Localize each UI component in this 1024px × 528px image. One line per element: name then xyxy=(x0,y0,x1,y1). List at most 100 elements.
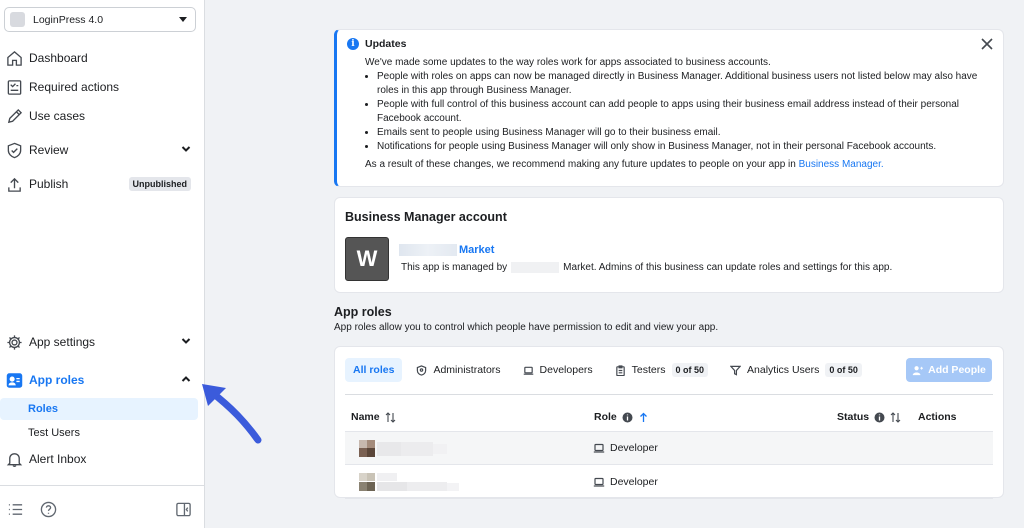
info-icon xyxy=(874,412,885,422)
sidebar-item-publish[interactable]: Publish Unpublished xyxy=(0,170,205,198)
table-row[interactable]: Developer xyxy=(345,465,993,499)
sidebar-item-label: Review xyxy=(29,143,69,157)
info-icon: i xyxy=(347,38,359,50)
help-icon[interactable] xyxy=(39,500,57,518)
sidebar: LoginPress 4.0 Dashboard Required action… xyxy=(0,0,205,528)
updates-outro: As a result of these changes, we recomme… xyxy=(365,158,991,172)
laptop-icon xyxy=(593,443,605,453)
clipboard-icon xyxy=(615,364,625,376)
app-selector[interactable]: LoginPress 4.0 xyxy=(4,7,196,32)
avatar: W xyxy=(345,237,389,281)
sidebar-item-label: Alert Inbox xyxy=(29,452,87,466)
tab-all-roles[interactable]: All roles xyxy=(345,358,403,382)
laptop-icon xyxy=(593,477,605,487)
sidebar-item-review[interactable]: Review xyxy=(0,136,205,164)
column-label: Actions xyxy=(918,411,957,423)
column-header-actions: Actions xyxy=(918,411,957,423)
business-name-suffix: Market xyxy=(459,244,495,256)
sidebar-item-label: App roles xyxy=(29,373,85,387)
add-people-button[interactable]: Add People xyxy=(906,358,992,382)
updates-intro: We've made some updates to the way roles… xyxy=(365,57,771,68)
updates-title: Updates xyxy=(365,38,407,50)
section-subtitle: App roles allow you to control which peo… xyxy=(334,322,719,333)
role-value: Developer xyxy=(610,475,658,488)
sidebar-subitem-test-users[interactable]: Test Users xyxy=(0,422,198,444)
upload-icon xyxy=(5,175,23,193)
sidebar-item-dashboard[interactable]: Dashboard xyxy=(0,44,205,72)
info-icon xyxy=(622,412,633,422)
app-roles-card: All roles Administrators Developers Test… xyxy=(334,346,1004,499)
sort-icon xyxy=(890,411,901,423)
chevron-down-icon xyxy=(181,336,191,349)
pencil-icon xyxy=(5,107,23,125)
sidebar-item-label: App settings xyxy=(29,335,96,349)
column-header-name[interactable]: Name xyxy=(351,411,396,423)
filter-icon xyxy=(730,365,742,376)
role-cell: Developer xyxy=(593,442,658,454)
column-label: Status xyxy=(837,411,870,423)
role-cell: Developer xyxy=(593,476,658,488)
column-header-role[interactable]: Role xyxy=(594,411,649,423)
sidebar-item-app-roles[interactable]: App roles xyxy=(0,366,205,394)
list-item: People with roles on apps can now be man… xyxy=(377,70,991,98)
updates-banner: i Updates We've made some updates to the… xyxy=(334,29,1004,187)
business-manager-description: This app is managed by Market. Admins of… xyxy=(401,262,892,273)
list-icon[interactable] xyxy=(6,500,24,518)
sidebar-subitem-roles[interactable]: Roles xyxy=(0,398,198,420)
count-badge: 0 of 50 xyxy=(671,363,709,377)
sidebar-item-app-settings[interactable]: App settings xyxy=(0,328,205,356)
gear-icon xyxy=(5,333,23,351)
list-item: People with full control of this busines… xyxy=(377,98,991,126)
sidebar-item-label: Publish xyxy=(29,177,69,191)
shield-check-icon xyxy=(5,141,23,159)
close-icon[interactable] xyxy=(981,38,993,50)
tab-developers[interactable]: Developers xyxy=(515,358,601,382)
business-name-link[interactable]: Market xyxy=(399,244,494,256)
sidebar-footer xyxy=(0,485,205,528)
redacted-user-name xyxy=(359,473,459,491)
business-manager-title: Business Manager account xyxy=(345,210,507,224)
tab-administrators[interactable]: Administrators xyxy=(408,358,508,382)
chevron-up-icon xyxy=(181,374,191,387)
sidebar-item-label: Use cases xyxy=(29,109,86,123)
redacted-user-name xyxy=(359,440,459,458)
tab-analytics-users[interactable]: Analytics Users 0 of 50 xyxy=(722,358,870,382)
tab-testers[interactable]: Testers 0 of 50 xyxy=(607,358,716,382)
sidebar-item-label: Dashboard xyxy=(29,51,88,65)
business-manager-link[interactable]: Business Manager. xyxy=(799,159,884,170)
divider xyxy=(345,394,993,395)
desc-prefix: This app is managed by xyxy=(401,262,508,273)
add-people-label: Add People xyxy=(928,364,986,376)
updates-list: People with roles on apps can now be man… xyxy=(377,70,991,154)
home-icon xyxy=(5,49,23,67)
list-item: Emails sent to people using Business Man… xyxy=(377,126,991,140)
app-name: LoginPress 4.0 xyxy=(33,13,104,26)
sidebar-item-required-actions[interactable]: Required actions xyxy=(0,73,205,101)
collapse-sidebar-icon[interactable] xyxy=(174,500,192,518)
role-tabs: All roles Administrators Developers Test… xyxy=(345,358,876,382)
column-header-status[interactable]: Status xyxy=(837,411,901,423)
role-value: Developer xyxy=(610,442,658,454)
column-label: Name xyxy=(351,411,380,423)
business-manager-card: Business Manager account W Market This a… xyxy=(334,197,1004,293)
sidebar-item-label: Required actions xyxy=(29,80,120,94)
bell-icon xyxy=(5,450,23,468)
redacted-name xyxy=(511,262,560,273)
checklist-icon xyxy=(5,78,23,96)
sidebar-item-alert-inbox[interactable]: Alert Inbox xyxy=(0,445,205,473)
tab-label: Administrators xyxy=(433,364,501,376)
tab-label: Developers xyxy=(539,364,593,376)
column-label: Role xyxy=(594,411,617,423)
desc-suffix: Market. Admins of this business can upda… xyxy=(563,262,893,273)
sidebar-item-use-cases[interactable]: Use cases xyxy=(0,102,205,130)
redacted-name xyxy=(399,244,457,256)
count-badge: 0 of 50 xyxy=(825,363,862,377)
section-title: App roles xyxy=(334,305,392,319)
status-badge: Unpublished xyxy=(128,177,191,191)
tab-label: Testers xyxy=(631,364,666,376)
app-icon xyxy=(10,12,25,27)
sort-icon xyxy=(385,411,395,423)
laptop-icon xyxy=(523,366,533,375)
table-row[interactable]: Developer xyxy=(345,431,993,465)
list-item: Notifications for people using Business … xyxy=(377,140,991,154)
